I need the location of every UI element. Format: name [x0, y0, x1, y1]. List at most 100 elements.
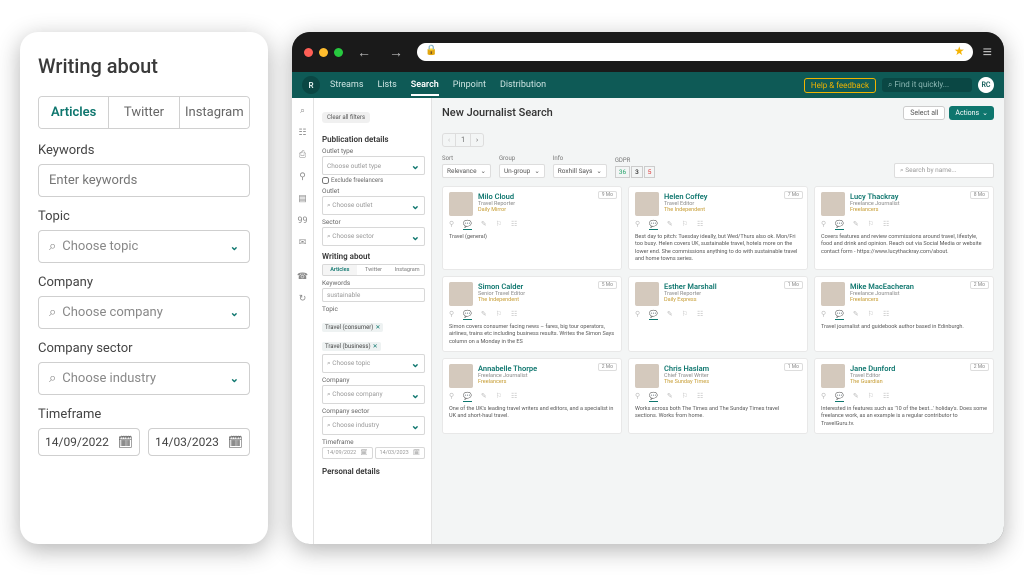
flag-icon[interactable]: ⚐ — [496, 310, 502, 320]
journalist-name[interactable]: Mike MacEacheran — [850, 282, 914, 291]
mini-tab-instagram[interactable]: Instagram — [390, 265, 424, 275]
sector-select[interactable]: ⌕Choose industry⌄ — [38, 362, 250, 395]
sidebar-topic-select[interactable]: ⌕ Choose topic⌄ — [322, 354, 425, 373]
rail-refresh-icon[interactable]: ↻ — [299, 294, 307, 304]
flag-icon[interactable]: ⚐ — [496, 392, 502, 402]
brand-logo[interactable]: R — [302, 76, 320, 94]
select-all-button[interactable]: Select all — [903, 106, 945, 120]
help-feedback-button[interactable]: Help & feedback — [804, 78, 876, 93]
rail-phone-icon[interactable]: ☎ — [297, 272, 308, 282]
sidebar-sector-select[interactable]: ⌕ Choose sector⌄ — [322, 227, 425, 246]
journalist-outlet[interactable]: The Guardian — [850, 379, 895, 385]
nav-lists[interactable]: Lists — [377, 74, 396, 96]
outlet-type-select[interactable]: Choose outlet type⌄ — [322, 156, 425, 175]
grid-icon[interactable]: ☷ — [883, 392, 889, 402]
rail-list-icon[interactable]: ▤ — [298, 194, 307, 204]
journalist-card[interactable]: 2 MoJane DunfordTravel EditorThe Guardia… — [814, 358, 994, 434]
close-window[interactable] — [304, 48, 313, 57]
mini-tab-twitter[interactable]: Twitter — [357, 265, 391, 275]
edit-icon[interactable]: ✎ — [667, 392, 673, 402]
nav-distribution[interactable]: Distribution — [500, 74, 546, 96]
chat-icon[interactable]: 💬 — [463, 310, 472, 320]
edit-icon[interactable]: ✎ — [853, 310, 859, 320]
journalist-card[interactable]: 1 MoChris HaslamChief Travel WriterThe S… — [628, 358, 808, 434]
journalist-outlet[interactable]: Freelancers — [850, 207, 900, 213]
actions-button[interactable]: Actions⌄ — [949, 106, 994, 120]
chat-icon[interactable]: 💬 — [463, 392, 472, 402]
gdpr-denied[interactable]: 5 — [644, 166, 656, 178]
date-to-input[interactable]: 14/03/2023🗓 — [148, 428, 250, 456]
search-by-name-input[interactable]: ⌕ Search by name... — [894, 163, 994, 178]
edit-icon[interactable]: ✎ — [667, 310, 673, 320]
profile-icon[interactable]: ⚲ — [635, 392, 640, 402]
quick-search-input[interactable]: ⌕ Find it quickly... — [882, 78, 972, 92]
edit-icon[interactable]: ✎ — [481, 220, 487, 230]
grid-icon[interactable]: ☷ — [883, 220, 889, 230]
journalist-outlet[interactable]: The Independent — [478, 297, 525, 303]
nav-search[interactable]: Search — [411, 74, 439, 96]
browser-forward[interactable]: → — [385, 44, 407, 61]
journalist-card[interactable]: 1 MoEsther MarshallTravel ReporterDaily … — [628, 276, 808, 352]
gdpr-ok[interactable]: 36 — [615, 166, 630, 178]
browser-back[interactable]: ← — [353, 44, 375, 61]
rail-grid-icon[interactable]: ☷ — [298, 128, 306, 138]
journalist-card[interactable]: 2 MoAnnabelle ThorpeFreelance Journalist… — [442, 358, 622, 434]
journalist-outlet[interactable]: The Independent — [664, 207, 708, 213]
chat-icon[interactable]: 💬 — [649, 220, 658, 230]
rail-count-icon[interactable]: 99 — [297, 216, 307, 226]
keywords-input[interactable] — [38, 164, 250, 197]
url-bar[interactable]: 🔒 ★ — [417, 43, 973, 61]
minimize-window[interactable] — [319, 48, 328, 57]
company-select[interactable]: ⌕Choose company⌄ — [38, 296, 250, 329]
flag-icon[interactable]: ⚐ — [496, 220, 502, 230]
nav-pinpoint[interactable]: Pinpoint — [453, 74, 486, 96]
journalist-outlet[interactable]: Daily Express — [664, 297, 717, 303]
chat-icon[interactable]: 💬 — [835, 392, 844, 402]
info-select[interactable]: Roxhill Says⌄ — [553, 164, 607, 178]
chat-icon[interactable]: 💬 — [649, 310, 658, 320]
rail-mail-icon[interactable]: ✉ — [299, 238, 307, 248]
journalist-name[interactable]: Chris Haslam — [664, 364, 709, 373]
profile-icon[interactable]: ⚲ — [821, 392, 826, 402]
chat-icon[interactable]: 💬 — [463, 220, 472, 230]
grid-icon[interactable]: ☷ — [511, 392, 517, 402]
group-select[interactable]: Un-group⌄ — [499, 164, 545, 178]
grid-icon[interactable]: ☷ — [883, 310, 889, 320]
profile-icon[interactable]: ⚲ — [821, 310, 826, 320]
rail-print-icon[interactable]: ⎙ — [299, 150, 306, 160]
journalist-outlet[interactable]: Daily Mirror — [478, 207, 515, 213]
profile-icon[interactable]: ⚲ — [635, 220, 640, 230]
journalist-name[interactable]: Annabelle Thorpe — [478, 364, 537, 373]
profile-icon[interactable]: ⚲ — [449, 392, 454, 402]
journalist-outlet[interactable]: Freelancers — [850, 297, 914, 303]
remove-tag-icon[interactable]: ✕ — [375, 324, 380, 331]
outlet-select[interactable]: ⌕ Choose outlet⌄ — [322, 196, 425, 215]
profile-icon[interactable]: ⚲ — [821, 220, 826, 230]
journalist-card[interactable]: 5 MoSimon CalderSenior Travel EditorThe … — [442, 276, 622, 352]
exclude-freelancers-checkbox[interactable]: Exclude freelancers — [322, 177, 425, 184]
journalist-name[interactable]: Milo Cloud — [478, 192, 515, 201]
sidebar-company-select[interactable]: ⌕ Choose company⌄ — [322, 385, 425, 404]
grid-icon[interactable]: ☷ — [697, 310, 703, 320]
flag-icon[interactable]: ⚐ — [682, 392, 688, 402]
profile-icon[interactable]: ⚲ — [449, 310, 454, 320]
flag-icon[interactable]: ⚐ — [868, 310, 874, 320]
journalist-card[interactable]: 9 MoMilo CloudTravel ReporterDaily Mirro… — [442, 186, 622, 270]
journalist-outlet[interactable]: Freelancers — [478, 379, 537, 385]
flag-icon[interactable]: ⚐ — [868, 392, 874, 402]
journalist-name[interactable]: Simon Calder — [478, 282, 525, 291]
clear-filters-button[interactable]: Clear all filters — [322, 112, 370, 123]
sort-select[interactable]: Relevance⌄ — [442, 164, 491, 178]
journalist-card[interactable]: 7 MoHelen CoffeyTravel EditorThe Indepen… — [628, 186, 808, 270]
sidebar-keywords-field[interactable]: sustainable — [322, 288, 425, 302]
sidebar-csector-select[interactable]: ⌕ Choose industry⌄ — [322, 416, 425, 435]
journalist-name[interactable]: Lucy Thackray — [850, 192, 900, 201]
browser-menu[interactable]: ≡ — [983, 42, 992, 62]
edit-icon[interactable]: ✎ — [853, 392, 859, 402]
pager-next[interactable]: › — [471, 134, 483, 146]
edit-icon[interactable]: ✎ — [481, 392, 487, 402]
chat-icon[interactable]: 💬 — [835, 220, 844, 230]
profile-icon[interactable]: ⚲ — [449, 220, 454, 230]
rail-filter-icon[interactable]: ⚲ — [299, 172, 306, 182]
tab-twitter[interactable]: Twitter — [108, 97, 178, 128]
